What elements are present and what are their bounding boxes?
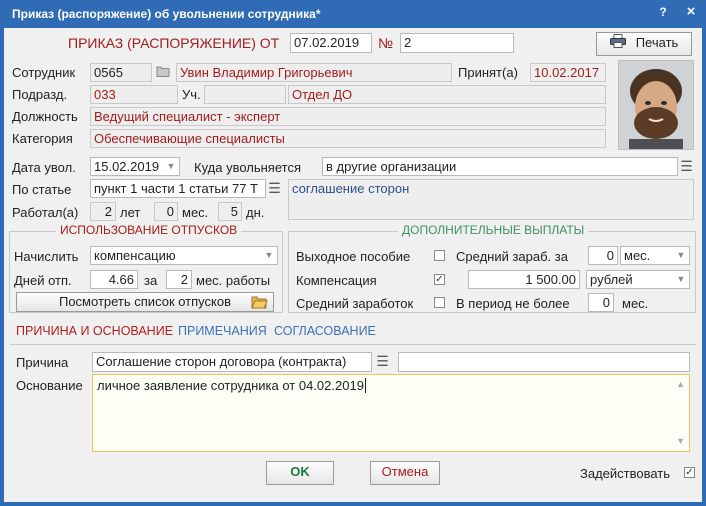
list-menu-icon[interactable]: ☰ — [678, 158, 695, 175]
dialog-body: ПРИКАЗ (РАСПОРЯЖЕНИЕ) ОТ 07.02.2019 № 2 … — [4, 28, 702, 502]
avg-for-input[interactable]: 0 — [588, 246, 618, 265]
scroll-up-icon[interactable]: ▲ — [676, 377, 685, 392]
section-label: Уч. — [182, 87, 201, 102]
chevron-down-icon[interactable]: ▼ — [261, 247, 277, 264]
apply-checkbox[interactable]: ✓ — [684, 467, 695, 478]
printer-icon — [609, 33, 626, 54]
tab-approval[interactable]: СОГЛАСОВАНИЕ — [274, 324, 376, 338]
department-code[interactable]: 033 — [90, 85, 178, 104]
article-field[interactable]: пункт 1 части 1 статьи 77 Т — [90, 179, 266, 198]
compensation-checkbox[interactable]: ✓ — [434, 274, 445, 285]
compensation-unit-select[interactable]: рублей ▼ — [586, 270, 690, 289]
department-name: Отдел ДО — [288, 85, 606, 104]
category-value: Обеспечивающие специалисты — [90, 129, 606, 148]
dialog-window: Приказ (распоряжение) об увольнении сотр… — [0, 0, 706, 506]
days-label: дн. — [246, 205, 265, 220]
section-field[interactable] — [204, 85, 286, 104]
folder-icon[interactable] — [156, 65, 170, 80]
chevron-down-icon[interactable]: ▼ — [163, 158, 179, 175]
tab-divider — [10, 344, 696, 345]
worked-days: 5 — [218, 202, 242, 221]
vacation-days-input[interactable]: 4.66 — [90, 270, 138, 289]
article-description: соглашение сторон — [288, 179, 694, 220]
chevron-down-icon[interactable]: ▼ — [673, 247, 689, 264]
employee-label: Сотрудник — [12, 65, 76, 80]
hired-date: 10.02.2017 — [530, 63, 606, 82]
avg-for-unit: мес. — [624, 248, 651, 263]
compensation-label: Компенсация — [296, 273, 377, 288]
employee-tab-number[interactable]: 0565 — [90, 63, 152, 82]
reason-extra-field[interactable] — [398, 352, 690, 372]
for-label: за — [144, 273, 158, 288]
print-button[interactable]: Печать — [596, 32, 692, 56]
avg-for-unit-select[interactable]: мес. ▼ — [620, 246, 690, 265]
basis-textarea[interactable]: личное заявление сотрудника от 04.02.201… — [92, 374, 690, 452]
work-months-input[interactable]: 2 — [166, 270, 192, 289]
where-field[interactable]: в другие организации — [322, 157, 678, 176]
where-label: Куда увольняется — [194, 160, 301, 175]
accrue-select[interactable]: компенсацию ▼ — [90, 246, 278, 265]
basis-text: личное заявление сотрудника от 04.02.201… — [97, 378, 364, 393]
avg-salary-label: Средний заработок — [296, 296, 414, 311]
print-label: Печать — [635, 35, 679, 50]
help-button[interactable]: ? — [652, 2, 674, 22]
order-number-label: № — [378, 35, 394, 51]
reason-field[interactable]: Соглашение сторон договора (контракта) — [92, 352, 372, 372]
apply-label: Задействовать — [580, 466, 671, 481]
article-label: По статье — [12, 182, 72, 197]
compensation-amount-input[interactable]: 1 500.00 — [468, 270, 580, 289]
title-bar: Приказ (распоряжение) об увольнении сотр… — [0, 0, 706, 28]
ok-button[interactable]: OK — [266, 461, 334, 485]
order-date-input[interactable]: 07.02.2019 — [290, 33, 372, 53]
vacations-title: ИСПОЛЬЗОВАНИЕ ОТПУСКОВ — [56, 223, 242, 237]
basis-label: Основание — [16, 378, 83, 393]
period-unit: мес. — [622, 296, 649, 311]
period-label: В период не более — [456, 296, 570, 311]
worked-years: 2 — [90, 202, 116, 221]
category-label: Категория — [12, 131, 73, 146]
order-heading: ПРИКАЗ (РАСПОРЯЖЕНИЕ) ОТ — [68, 35, 280, 51]
years-label: лет — [120, 205, 141, 220]
chevron-down-icon[interactable]: ▼ — [673, 271, 689, 288]
dismissal-date-input[interactable]: 15.02.2019 ▼ — [90, 157, 180, 176]
article-menu-icon[interactable]: ☰ — [266, 180, 283, 197]
department-label: Подразд. — [12, 87, 68, 102]
worked-months: 0 — [154, 202, 178, 221]
position-value: Ведущий специалист - эксперт — [90, 107, 606, 126]
dismissal-date-value: 15.02.2019 — [94, 159, 160, 174]
employee-name: Увин Владимир Григорьевич — [176, 63, 452, 82]
open-folder-icon — [251, 295, 268, 314]
work-months-label: мес. работы — [196, 273, 271, 288]
dismissal-date-label: Дата увол. — [12, 160, 76, 175]
close-button[interactable]: × — [680, 2, 702, 22]
order-number-input[interactable]: 2 — [400, 33, 514, 53]
view-vacations-label: Посмотреть список отпусков — [58, 294, 231, 309]
text-caret — [364, 378, 366, 393]
window-title: Приказ (распоряжение) об увольнении сотр… — [12, 7, 321, 21]
vacation-days-label: Дней отп. — [14, 273, 72, 288]
period-input[interactable]: 0 — [588, 293, 614, 312]
avg-for-label: Средний зараб. за — [456, 249, 568, 264]
severance-checkbox[interactable] — [434, 250, 445, 261]
severance-label: Выходное пособие — [296, 249, 411, 264]
employee-photo — [618, 60, 694, 150]
accrue-label: Начислить — [14, 249, 79, 264]
view-vacations-button[interactable]: Посмотреть список отпусков — [16, 292, 274, 312]
tab-reason-basis[interactable]: ПРИЧИНА И ОСНОВАНИЕ — [16, 324, 173, 338]
position-label: Должность — [12, 109, 78, 124]
cancel-button[interactable]: Отмена — [370, 461, 440, 485]
months-label: мес. — [182, 205, 209, 220]
hired-label: Принят(а) — [458, 65, 518, 80]
compensation-unit: рублей — [590, 272, 633, 287]
payments-title: ДОПОЛНИТЕЛЬНЫЕ ВЫПЛАТЫ — [398, 223, 589, 237]
scroll-down-icon[interactable]: ▼ — [676, 434, 685, 449]
accrue-value: компенсацию — [94, 248, 176, 263]
reason-label: Причина — [16, 355, 69, 370]
tab-notes[interactable]: ПРИМЕЧАНИЯ — [178, 324, 267, 338]
reason-menu-icon[interactable]: ☰ — [374, 353, 391, 370]
avg-salary-checkbox[interactable] — [434, 297, 445, 308]
worked-label: Работал(а) — [12, 205, 79, 220]
